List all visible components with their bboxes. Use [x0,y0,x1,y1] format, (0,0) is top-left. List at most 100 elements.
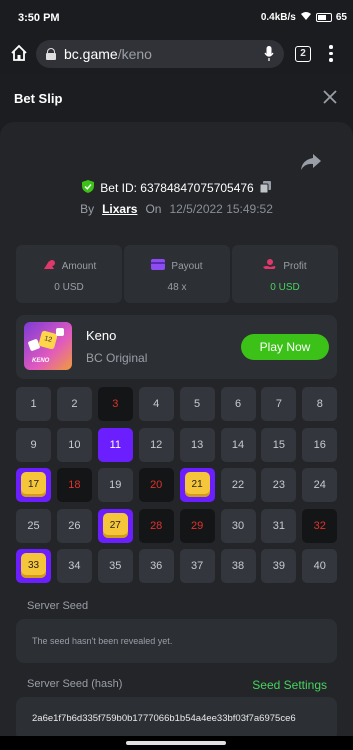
copy-icon[interactable] [259,180,271,196]
keno-cell[interactable]: 16 [302,427,338,462]
keno-cell[interactable]: 13 [179,427,215,462]
keno-cell[interactable]: 6 [220,387,256,421]
keno-game-thumbnail[interactable]: 12 KENO [24,322,72,370]
keno-cell[interactable]: 35 [97,549,133,583]
payout-card: Payout 48 x [124,245,230,303]
keno-cell[interactable]: 11 [97,427,133,462]
keno-cell[interactable]: 4 [138,387,174,421]
keno-cell[interactable]: 9 [16,427,51,462]
server-seed-field: The seed hasn't been revealed yet. [16,619,337,663]
keno-cell[interactable]: 10 [56,427,92,462]
status-time: 3:50 PM [18,12,60,24]
keno-cell[interactable]: 19 [97,468,133,502]
keno-cell[interactable]: 8 [302,387,338,421]
server-seed-label: Server Seed [27,600,89,612]
keno-cell[interactable]: 34 [56,549,92,583]
profit-label-row: Profit [232,259,338,274]
amount-value: 0 USD [54,282,84,293]
keno-cell[interactable]: 25 [16,508,51,543]
hit-chip: 17 [21,472,46,497]
game-card: 12 KENO Keno BC Original Play Now [16,315,337,379]
keno-cell[interactable]: 23 [261,468,297,502]
keno-cell[interactable]: 15 [261,427,297,462]
amount-label: Amount [61,261,97,272]
bettor-username-link[interactable]: Lixars [102,202,137,216]
keno-cell[interactable]: 21 [179,468,215,502]
keno-cell[interactable]: 24 [302,468,338,502]
browser-toolbar: bc.game/keno 2 [0,34,353,74]
tab-count-button[interactable]: 2 [295,46,311,62]
keno-cell[interactable]: 3 [97,387,133,421]
keno-cell[interactable]: 32 [302,508,338,543]
keno-cell[interactable]: 40 [302,549,338,583]
amount-card: Amount 0 USD [16,245,122,303]
game-provider: BC Original [86,351,148,365]
keno-cell[interactable]: 36 [138,549,174,583]
address-bar[interactable]: bc.game/keno [36,40,284,68]
payout-label: Payout [171,260,203,272]
url-domain: bc.game [64,46,118,62]
keno-cell[interactable]: 26 [56,508,92,543]
bet-id-row: Bet ID: 63784847075705476 [0,180,353,196]
keno-cell[interactable]: 37 [179,549,215,583]
keno-cell[interactable]: 17 [16,468,51,502]
thumb-text: KENO [32,358,50,364]
by-label: By [80,202,95,216]
profit-value: 0 USD [270,282,300,293]
keno-cell[interactable]: 2 [56,387,92,421]
amount-label-row: Amount [16,259,122,274]
system-nav-bar [0,736,353,750]
keno-cell[interactable]: 38 [220,549,256,583]
keno-cell[interactable]: 28 [138,508,174,543]
thumb-number: 12 [38,330,58,350]
profit-label: Profit [283,261,307,272]
home-icon[interactable] [9,43,29,63]
seed-settings-link[interactable]: Seed Settings [252,678,327,692]
keno-cell[interactable]: 14 [220,427,256,462]
verified-shield-icon [82,180,95,196]
keno-cell[interactable]: 27 [97,508,133,543]
share-icon[interactable] [300,152,322,172]
keno-cell[interactable]: 18 [56,468,92,502]
keno-cell[interactable]: 31 [261,508,297,543]
close-icon[interactable] [323,90,337,104]
bet-slip-header: Bet Slip [0,74,353,122]
keno-cell[interactable]: 1 [16,387,51,421]
coin-icon [42,259,56,274]
hit-chip: 21 [184,472,210,497]
server-seed-hash-label: Server Seed (hash) [27,678,123,690]
wifi-icon [300,11,312,24]
bet-id: Bet ID: 63784847075705476 [100,181,254,195]
profit-card: Profit 0 USD [232,245,338,303]
play-now-button[interactable]: Play Now [241,334,329,360]
keno-cell[interactable]: 5 [179,387,215,421]
home-gesture-bar[interactable] [126,741,226,745]
keno-cell[interactable]: 20 [138,468,174,502]
server-seed-hash-field[interactable]: 2a6e1f7b6d335f759b0b1777066b1b54a4ee33bf… [16,697,337,741]
keno-cell[interactable]: 12 [138,427,174,462]
bet-meta-row: By Lixars On 12/5/2022 15:49:52 [0,202,353,216]
on-label: On [145,202,162,216]
network-speed: 0.4kB/s [260,12,296,23]
keno-cell[interactable]: 29 [179,508,215,543]
lock-icon [46,48,56,60]
battery-level: 65 [335,12,347,23]
hit-chip: 27 [102,512,128,538]
page-title: Bet Slip [14,91,63,106]
keno-cell[interactable]: 7 [261,387,297,421]
status-bar: 3:50 PM 0.4kB/s 65 [0,0,353,34]
hit-chip: 33 [21,553,46,578]
overflow-menu-icon[interactable] [329,45,333,63]
keno-cell[interactable]: 39 [261,549,297,583]
keno-cell[interactable]: 22 [220,468,256,502]
game-name: Keno [86,328,117,343]
battery-icon [315,13,332,22]
bet-date: 12/5/2022 15:49:52 [169,202,273,216]
keno-cell[interactable]: 33 [16,549,51,583]
wallet-icon [151,259,166,273]
microphone-icon[interactable] [264,46,274,62]
keno-cell[interactable]: 30 [220,508,256,543]
url-path: /keno [117,46,152,62]
payout-value: 48 x [167,282,187,293]
hand-coin-icon [263,259,277,274]
